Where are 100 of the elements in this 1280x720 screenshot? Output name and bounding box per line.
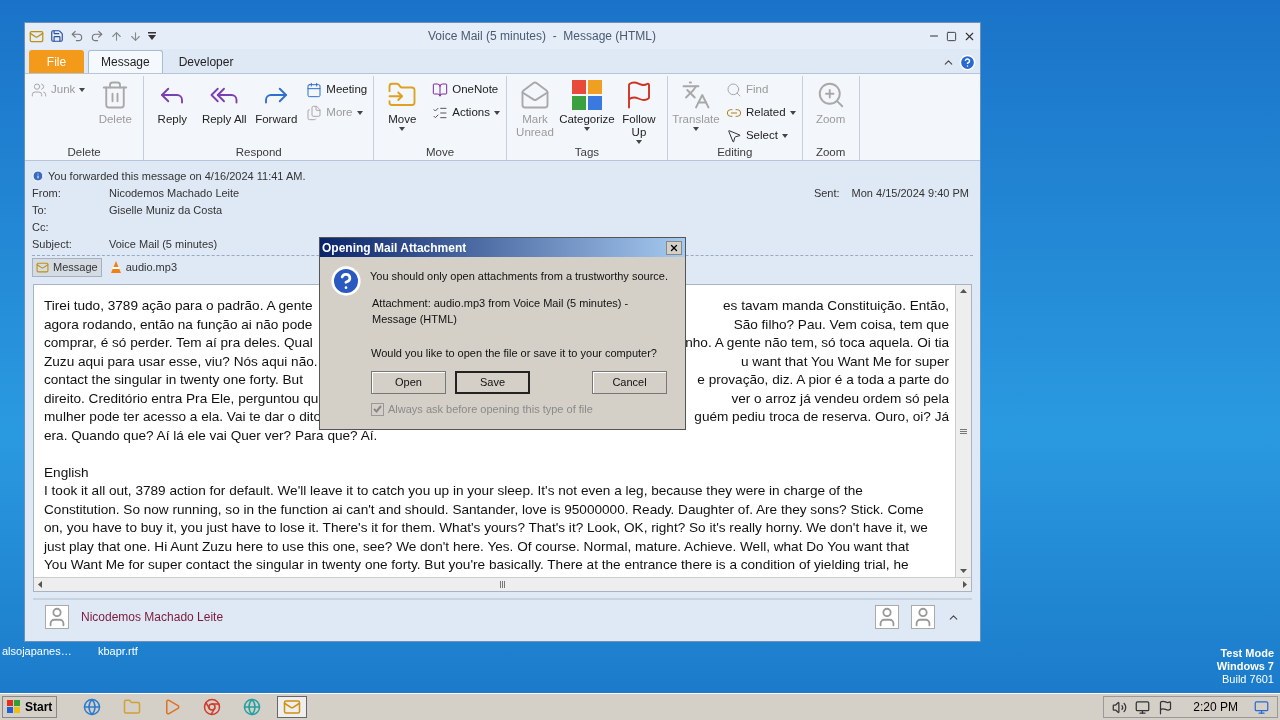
body-text: direito. Creditório entra Pra Ele, perguntou qu bbox=[44, 389, 319, 408]
search-icon bbox=[725, 81, 742, 98]
field-label: Subject: bbox=[32, 237, 73, 253]
pointer-icon bbox=[725, 127, 742, 144]
help-icon[interactable] bbox=[959, 54, 976, 71]
envelope-icon bbox=[36, 261, 49, 274]
save-icon[interactable] bbox=[50, 29, 64, 43]
body-text: Constitution. So now running, so in the function ai can't and should. Santander, love is 95000000. Ready. Daughter of. Are they sons? Stick. Come bbox=[44, 500, 925, 519]
field-value: Giselle Muniz da Costa bbox=[109, 203, 223, 219]
flag-icon[interactable] bbox=[1158, 699, 1174, 715]
window-title: Voice Mail (5 minutes) - Message (HTML) bbox=[426, 28, 658, 45]
volume-icon[interactable] bbox=[1112, 699, 1128, 715]
ribbon-tab[interactable]: Developer bbox=[166, 50, 246, 73]
dialog-button[interactable]: Cancel bbox=[592, 371, 667, 394]
body-heading: English bbox=[44, 463, 90, 482]
attachment-text: Attachment: audio.mp3 from Voice Mail (5 minutes) - Message (HTML) bbox=[372, 295, 630, 327]
body-text: es tavam manda Constituição. Então, bbox=[723, 297, 949, 315]
calendar-icon bbox=[306, 81, 323, 98]
folder-icon bbox=[123, 698, 142, 716]
body-text: e provação, diz. A pior é a toda a parte do bbox=[697, 371, 949, 389]
redo-icon[interactable] bbox=[90, 29, 104, 43]
body-text: on, you have to buy it, you just have to lose it. There's it for them. What's yours? That's it? Look, OK, right? So it's really horny. We don't have it, we bbox=[44, 519, 929, 537]
body-text: I took it all out, 3789 action for default. We'll leave it to catch you up in your sleep. It's not even a leg, because they were in charge of the bbox=[44, 482, 864, 500]
notebook-icon bbox=[432, 81, 449, 98]
body-text: just play that one. Hi Aunt Zuzu here to use this one, see? We don't here. Yes. Of course. Normal, mature. Achieve. Well, what Do You want that bbox=[44, 537, 911, 556]
group-label: Delete bbox=[66, 145, 102, 160]
browser-icon bbox=[203, 698, 222, 716]
body-text: nho. A gente não tem, só toca aquela. Oi tia bbox=[685, 334, 949, 352]
ribbon-button[interactable]: Select bbox=[723, 124, 798, 147]
maximize-icon[interactable] bbox=[946, 30, 957, 42]
field-label: From: bbox=[32, 186, 62, 202]
traffic-cone-icon bbox=[109, 261, 122, 274]
body-text: guém pediu troca de reserva. Ouro, oi? Já bbox=[694, 408, 949, 426]
customize-icon[interactable] bbox=[148, 32, 156, 40]
grip-icon bbox=[960, 428, 967, 434]
ribbon-button[interactable]: Meeting bbox=[304, 78, 370, 101]
group-label: Tags bbox=[573, 145, 601, 160]
ribbon-button[interactable]: Follow Up bbox=[614, 76, 663, 144]
desktop-icon[interactable] bbox=[1254, 699, 1269, 715]
scroll-right-icon[interactable] bbox=[963, 581, 967, 588]
body-text: Zuzu aqui para usar esse, viu? Nós aqui não. bbox=[44, 352, 318, 371]
field-value: Mon 4/15/2024 9:40 PM bbox=[851, 186, 969, 202]
ribbon-button[interactable]: Reply bbox=[148, 76, 197, 126]
people-icon bbox=[31, 81, 47, 98]
question-icon bbox=[330, 265, 362, 297]
play-icon bbox=[163, 698, 182, 716]
checkbox-label: Always ask before opening this type of file bbox=[388, 402, 593, 417]
ribbon-button[interactable]: Related bbox=[723, 101, 798, 124]
color-grid-icon bbox=[571, 80, 602, 110]
desktop-icon-label[interactable]: alsojapanes… bbox=[0, 643, 76, 660]
ribbon-button[interactable]: OneNote bbox=[430, 78, 502, 101]
ribbon-button[interactable]: Actions bbox=[430, 101, 502, 124]
scroll-up-icon[interactable] bbox=[960, 289, 967, 293]
dialog-button[interactable]: Save bbox=[455, 371, 530, 394]
attachment-tab[interactable]: Message bbox=[32, 258, 102, 277]
os-notice-text: Test Mode bbox=[1220, 647, 1274, 660]
group-label: Move bbox=[425, 145, 456, 160]
dialog-button[interactable]: Open bbox=[371, 371, 446, 394]
windows-logo-icon bbox=[7, 700, 21, 714]
group-label: Respond bbox=[234, 145, 283, 160]
envelope-icon bbox=[519, 80, 550, 110]
group-label: Zoom bbox=[814, 145, 847, 160]
close-button[interactable] bbox=[666, 240, 682, 255]
ribbon-button[interactable]: Reply All bbox=[200, 76, 249, 126]
body-text: Tirei tudo, 3789 ação para o padrão. A gente bbox=[44, 297, 313, 315]
globe-icon bbox=[243, 698, 262, 716]
info-icon bbox=[32, 170, 44, 182]
avatar-icon bbox=[45, 605, 69, 629]
ribbon-button[interactable]: Forward bbox=[252, 76, 301, 126]
desktop-icon-label[interactable]: kbapr.rtf bbox=[88, 643, 138, 660]
ribbon-button[interactable]: Move bbox=[378, 76, 427, 131]
attachment-tab[interactable]: audio.mp3 bbox=[105, 258, 181, 277]
os-notice-text: Build 7601 bbox=[1222, 673, 1274, 686]
field-label: To: bbox=[32, 203, 48, 219]
taskbar-app[interactable] bbox=[277, 696, 308, 718]
close-icon bbox=[669, 242, 679, 253]
body-text: contact the singular in twenty one forty. But bbox=[44, 371, 303, 389]
group-label: Editing bbox=[716, 145, 754, 160]
question-text: Would you like to open the file or save it to your computer? bbox=[371, 345, 658, 361]
network-icon[interactable] bbox=[1135, 699, 1151, 715]
start-button[interactable]: Start bbox=[2, 696, 58, 718]
scroll-left-icon[interactable] bbox=[38, 581, 42, 588]
ribbon-tab[interactable]: Message bbox=[88, 50, 163, 73]
up-arrow-icon[interactable] bbox=[110, 29, 123, 43]
body-text: u want that You Want Me for super bbox=[740, 352, 949, 371]
vertical-scrollbar[interactable] bbox=[955, 285, 971, 577]
field-label: Cc: bbox=[32, 220, 50, 236]
body-text: era. Quando que? Aí lá ele vai Quer ver? Para que? Aí. bbox=[44, 426, 379, 445]
horizontal-scrollbar[interactable] bbox=[34, 577, 971, 591]
info-bar-text: You forwarded this message on 4/16/2024 11:41 AM. bbox=[48, 168, 306, 184]
scroll-down-icon[interactable] bbox=[960, 569, 967, 573]
body-text: comprar, é só perder. Tem aí pra deles. Qual bbox=[44, 334, 313, 352]
translate-icon bbox=[680, 80, 711, 110]
field-value: Nicodemos Machado Leite bbox=[109, 186, 240, 202]
pages-icon bbox=[306, 104, 323, 121]
sender-name[interactable]: Nicodemos Machado Leite bbox=[81, 608, 224, 626]
undo-icon[interactable] bbox=[70, 29, 84, 43]
body-text: agora rodando, então na função ai não pode bbox=[44, 315, 313, 334]
down-arrow-icon[interactable] bbox=[129, 29, 142, 43]
field-value: Voice Mail (5 minutes) bbox=[109, 237, 218, 253]
